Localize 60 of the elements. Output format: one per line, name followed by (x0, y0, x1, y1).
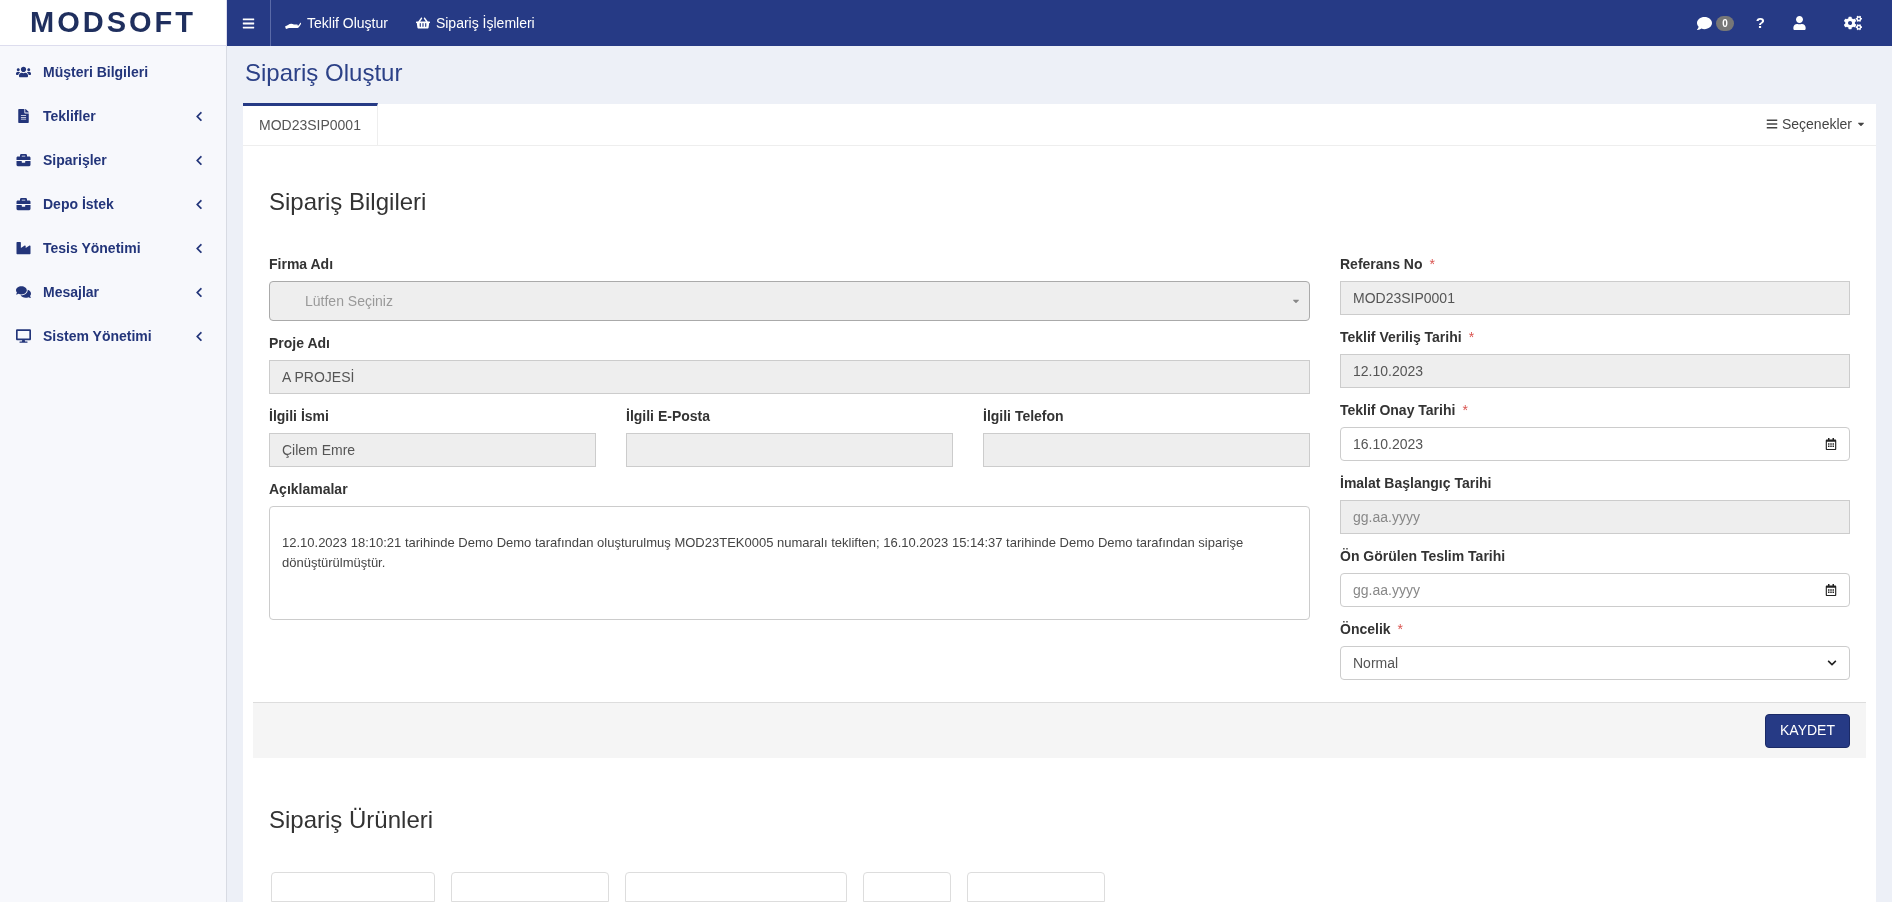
required-mark: * (1462, 401, 1468, 420)
sidebar-item[interactable]: Siparişler (0, 138, 226, 182)
toolbar-control[interactable] (967, 872, 1105, 902)
sidebar-item[interactable]: Depo İstek (0, 182, 226, 226)
required-mark: * (1468, 328, 1475, 347)
document-icon (16, 109, 31, 123)
sidebar-item[interactable]: Sistem Yönetimi (0, 314, 226, 358)
page-title: Sipariş Oluştur (244, 58, 404, 88)
field-label: Öncelik (1340, 620, 1391, 639)
briefcase-icon (16, 153, 31, 167)
toolbar-control[interactable] (271, 872, 435, 902)
chat-bubbles-icon (16, 285, 31, 299)
toolbar-control[interactable] (625, 872, 847, 902)
monitor-icon (16, 329, 31, 343)
sidebar-item[interactable]: Mesajlar (0, 270, 226, 314)
field-label: Firma Adı (269, 255, 334, 274)
field-label: Teklif Veriliş Tarihi (1340, 328, 1462, 347)
required-mark: * (1429, 255, 1435, 274)
toolbar-control[interactable] (863, 872, 951, 902)
field-label: Proje Adı (269, 334, 330, 353)
sidebar-item[interactable]: Müşteri Bilgileri (0, 50, 226, 94)
save-button[interactable]: KAYDET (1765, 713, 1850, 748)
chevron-icon (1827, 658, 1837, 668)
tab[interactable]: MOD23SIP0001 (243, 103, 378, 145)
field-label: Referans No (1340, 255, 1423, 274)
user-icon[interactable] (1793, 16, 1806, 30)
section-title: Sipariş Ürünleri (268, 805, 435, 835)
factory-icon (16, 241, 31, 255)
options-menu[interactable]: Seçenekler (1765, 103, 1866, 145)
sidebar-item[interactable]: Teklifler (0, 94, 226, 138)
count-badge: 0 (1716, 15, 1734, 31)
field-label: İlgili E-Posta (626, 407, 710, 426)
users-icon (16, 65, 31, 79)
field-label: Ön Görülen Teslim Tarihi (1340, 547, 1506, 566)
hand-icon (285, 21, 301, 29)
field-label: Teklif Onay Tarihi (1340, 401, 1456, 420)
field-label: İlgili Telefon (983, 407, 1064, 426)
chat-icon[interactable] (1697, 15, 1713, 31)
field-label: İlgili İsmi (269, 407, 329, 426)
field-label: İmalat Başlangıç Tarihi (1340, 474, 1492, 493)
menu-icon (1765, 118, 1778, 130)
section-title: Sipariş Bilgileri (269, 187, 428, 217)
select-field[interactable]: Normal (1340, 646, 1850, 680)
sidebar-item[interactable]: Tesis Yönetimi (0, 226, 226, 270)
calendar-icon[interactable] (1825, 584, 1837, 596)
menu-icon (242, 16, 255, 30)
notes-textarea[interactable]: 12.10.2023 18:10:21 tarihinde Demo Demo tarafından oluşturulmuş MOD23TEK0005 numaralı tekliften; 16.10.2023 15:14:37 tarihinde Demo Demo tarafından siparişe dönüştürülmüştür. (269, 506, 1310, 620)
toolbar-control[interactable] (451, 872, 609, 902)
required-mark: * (1397, 620, 1404, 639)
date-field[interactable]: 16.10.2023 (1340, 427, 1850, 461)
date-field[interactable]: gg.aa.yyyy (1340, 573, 1850, 607)
briefcase-icon (16, 197, 31, 211)
logo[interactable]: MODSOFT (30, 0, 196, 45)
settings-icon[interactable] (1844, 15, 1862, 31)
calendar-icon[interactable] (1825, 438, 1837, 450)
nav-link[interactable]: Sipariş İşlemleri (401, 12, 549, 34)
nav-link[interactable]: Teklif Oluştur (271, 12, 402, 34)
field-label: Açıklamalar (269, 480, 348, 499)
basket-icon (415, 16, 430, 30)
help-button[interactable]: ? (1755, 11, 1765, 35)
